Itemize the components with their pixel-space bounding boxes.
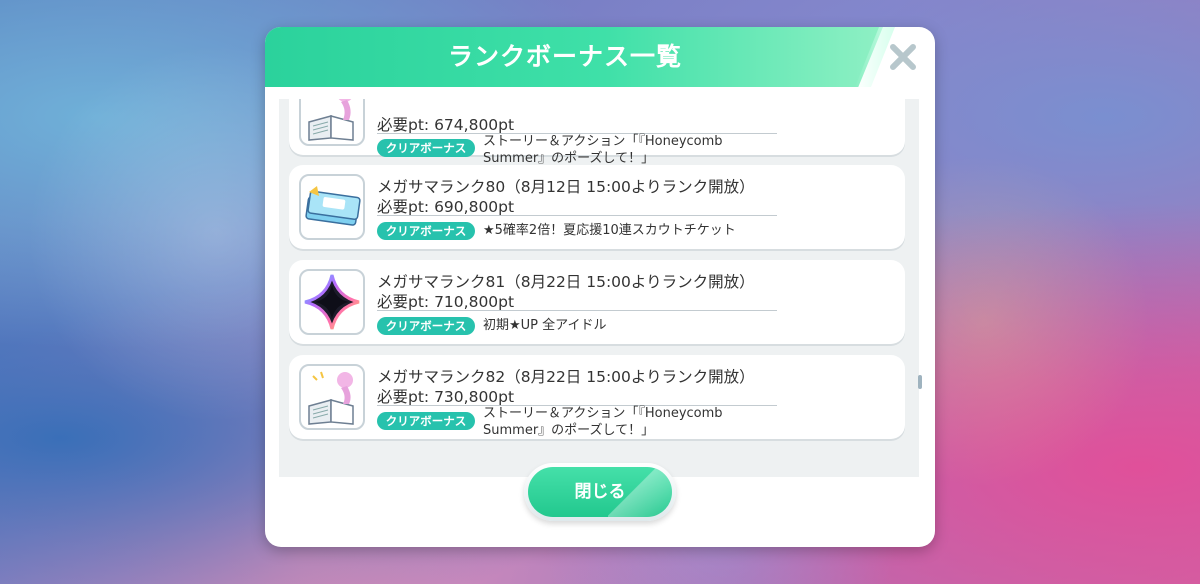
close-x-button[interactable] <box>883 37 923 77</box>
dialog-title: ランクボーナス一覧 <box>447 42 682 71</box>
clear-bonus-badge: クリアボーナス <box>377 412 475 430</box>
close-button-face: 閉じる <box>528 467 672 517</box>
scout-ticket-icon <box>299 174 365 240</box>
bonus-description: ストーリー＆アクション「『Honeycomb Summer』のポーズして！」 <box>483 405 723 439</box>
close-icon <box>890 44 916 70</box>
bonus-line-1: ★5確率2倍！夏応援10連スカウトチケット <box>483 223 736 238</box>
story-book-icon <box>299 99 365 146</box>
bonus-list-item: メガサマランク81（8月22日 15:00よりランク開放） 必要pt: 710,… <box>289 260 905 344</box>
divider <box>377 310 777 311</box>
bonus-list-item: メガサマランク80（8月12日 15:00よりランク開放） 必要pt: 690,… <box>289 165 905 249</box>
required-points: 必要pt: 730,800pt <box>377 388 515 406</box>
bonus-list[interactable]: 必要pt: 674,800pt クリアボーナス ストーリー＆アクション「『Hon… <box>279 99 919 477</box>
bonus-line-1: ストーリー＆アクション「『Honeycomb <box>483 134 723 149</box>
clear-bonus-badge: クリアボーナス <box>377 317 475 335</box>
bonus-description: 初期★UP 全アイドル <box>483 317 607 334</box>
bonus-line-2: Summer』のポーズして！」 <box>483 423 655 438</box>
rank-title: メガサマランク80（8月12日 15:00よりランク開放） <box>377 178 755 196</box>
rank-title: メガサマランク82（8月22日 15:00よりランク開放） <box>377 368 755 386</box>
list-scrollbar[interactable] <box>918 375 922 389</box>
bonus-line-1: 初期★UP 全アイドル <box>483 318 607 333</box>
divider <box>377 215 777 216</box>
rank-bonus-dialog: ランクボーナス一覧 必要pt: 674,800pt クリアボーナス ストーリー＆ <box>265 27 935 547</box>
required-points: 必要pt: 690,800pt <box>377 198 515 216</box>
rainbow-star-icon <box>299 269 365 335</box>
clear-bonus-badge: クリアボーナス <box>377 222 475 240</box>
story-book-icon <box>299 364 365 430</box>
required-points: 必要pt: 674,800pt <box>377 116 515 134</box>
bonus-list-item: 必要pt: 674,800pt クリアボーナス ストーリー＆アクション「『Hon… <box>289 99 905 166</box>
bonus-list-item: メガサマランク82（8月22日 15:00よりランク開放） 必要pt: 730,… <box>289 355 905 439</box>
rank-title: メガサマランク81（8月22日 15:00よりランク開放） <box>377 273 755 291</box>
clear-bonus-badge: クリアボーナス <box>377 139 475 157</box>
bonus-line-1: ストーリー＆アクション「『Honeycomb <box>483 406 723 421</box>
close-button-label: 閉じる <box>574 482 626 502</box>
bonus-description: ★5確率2倍！夏応援10連スカウトチケット <box>483 222 736 239</box>
required-points: 必要pt: 710,800pt <box>377 293 515 311</box>
bonus-description: ストーリー＆アクション「『Honeycomb Summer』のポーズして！」 <box>483 133 723 167</box>
close-button[interactable]: 閉じる <box>524 463 676 521</box>
